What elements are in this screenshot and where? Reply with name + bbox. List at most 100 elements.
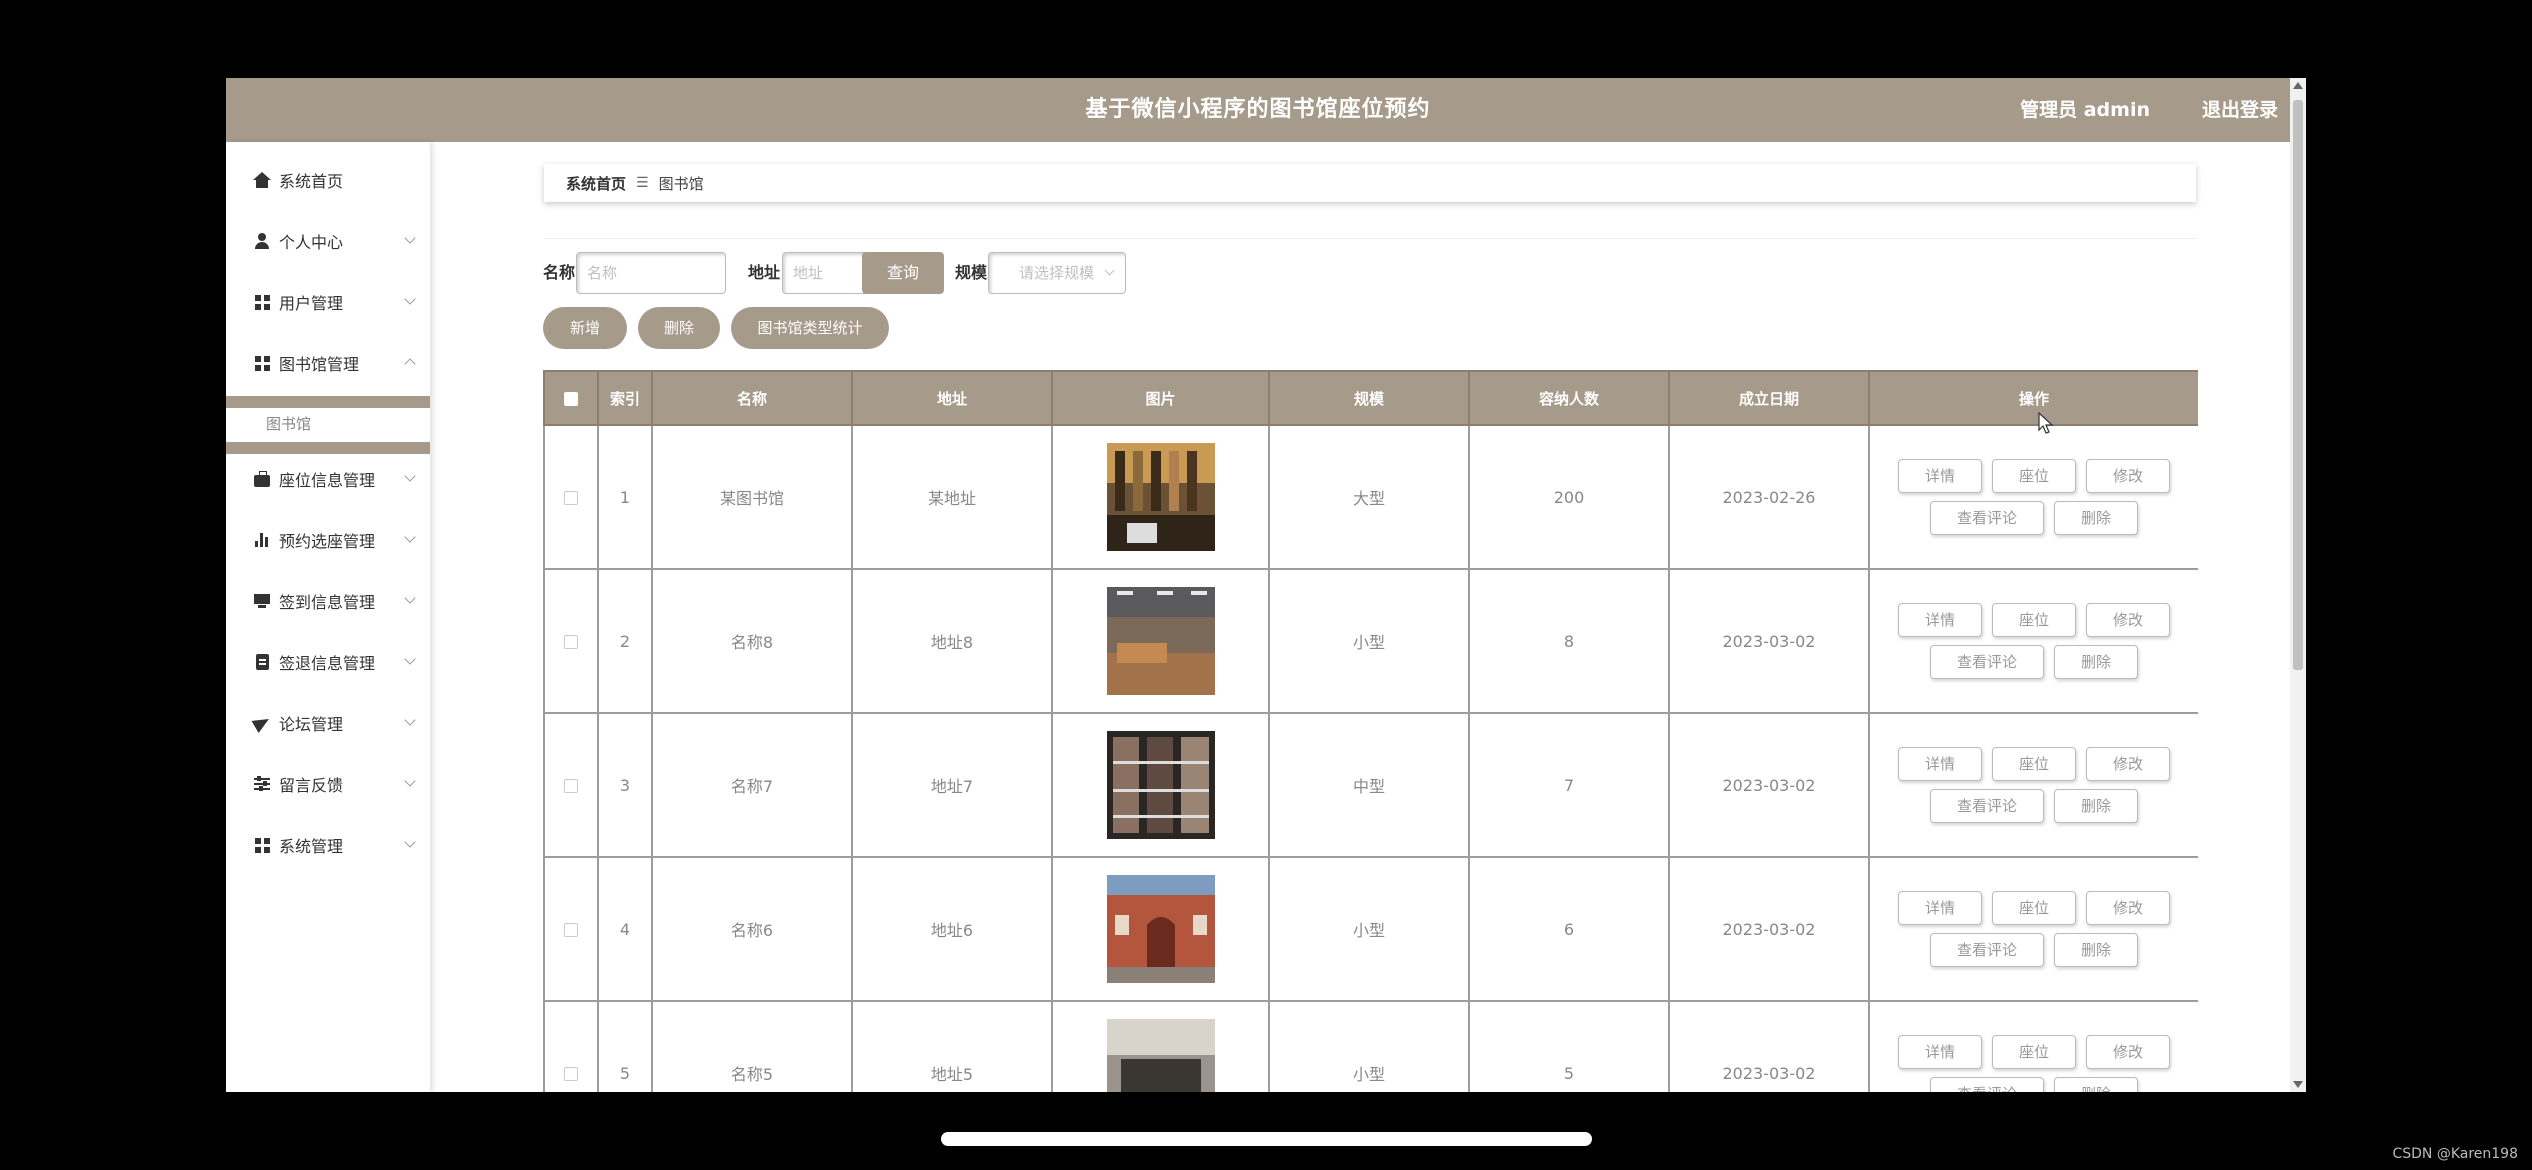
edit-button[interactable]: 修改	[2086, 891, 2170, 925]
add-button[interactable]: 新增	[543, 307, 627, 349]
detail-button[interactable]: 详情	[1898, 891, 1982, 925]
detail-button[interactable]: 详情	[1898, 603, 1982, 637]
sidebar-item-library-management[interactable]: 图书馆管理	[226, 343, 430, 383]
table-row: 4 名称6 地址6 小型 6 2023-03-02 详情 座位 修改 查看评论 …	[543, 856, 2198, 1002]
bar-chart-icon	[253, 531, 271, 549]
chevron-down-icon	[404, 531, 416, 543]
edit-button[interactable]: 修改	[2086, 459, 2170, 493]
delete-button[interactable]: 删除	[2054, 933, 2138, 967]
library-photo[interactable]	[1106, 875, 1215, 983]
cell-capacity: 6	[1468, 856, 1670, 1002]
sidebar-item-seat-management[interactable]: 座位信息管理	[226, 459, 430, 499]
library-type-stats-button[interactable]: 图书馆类型统计	[731, 307, 889, 349]
cell-image	[1051, 568, 1270, 714]
view-comments-button[interactable]: 查看评论	[1930, 645, 2044, 679]
cell-name: 名称5	[651, 1000, 853, 1092]
row-select-cell	[543, 856, 599, 1002]
seat-button[interactable]: 座位	[1992, 603, 2076, 637]
sidebar-item-checkin-management[interactable]: 签到信息管理	[226, 581, 430, 621]
clipboard-icon	[253, 653, 271, 671]
seat-button[interactable]: 座位	[1992, 891, 2076, 925]
chevron-down-icon	[404, 836, 416, 848]
seat-button[interactable]: 座位	[1992, 1035, 2076, 1069]
detail-button[interactable]: 详情	[1898, 1035, 1982, 1069]
library-photo[interactable]	[1106, 443, 1215, 551]
cell-name: 名称7	[651, 712, 853, 858]
sidebar-item-checkout-management[interactable]: 签退信息管理	[226, 642, 430, 682]
delete-button[interactable]: 删除	[2054, 501, 2138, 535]
batch-delete-button[interactable]: 删除	[638, 307, 720, 349]
row-checkbox[interactable]	[564, 491, 578, 505]
scale-label: 规模	[955, 263, 988, 282]
submenu-item-library[interactable]: 图书馆	[226, 410, 430, 438]
scrollbar-thumb[interactable]	[2293, 100, 2303, 670]
submenu-divider	[226, 442, 430, 454]
row-checkbox[interactable]	[564, 1067, 578, 1081]
row-select-cell	[543, 1000, 599, 1092]
scale-select[interactable]: 请选择规模	[988, 252, 1126, 294]
row-checkbox[interactable]	[564, 779, 578, 793]
cell-image	[1051, 1000, 1270, 1092]
breadcrumb-home[interactable]: 系统首页	[566, 173, 626, 194]
cell-image	[1051, 712, 1270, 858]
sidebar-item-feedback[interactable]: 留言反馈	[226, 764, 430, 804]
sidebar-item-home[interactable]: 系统首页	[226, 160, 430, 200]
chevron-down-icon	[404, 470, 416, 482]
home-icon	[253, 171, 271, 189]
menu-icon: ☰	[636, 175, 649, 191]
sidebar-item-label: 签退信息管理	[279, 654, 376, 673]
chevron-down-icon	[404, 714, 416, 726]
sidebar-item-system-management[interactable]: 系统管理	[226, 825, 430, 865]
screen: 基于微信小程序的图书馆座位预约 管理员 admin 退出登录 系统首页 个人中心	[0, 0, 2532, 1170]
select-all-checkbox[interactable]	[564, 391, 578, 406]
seat-button[interactable]: 座位	[1992, 459, 2076, 493]
cell-actions: 详情 座位 修改 查看评论 删除	[1868, 856, 2198, 1002]
home-indicator	[941, 1132, 1592, 1146]
sidebar-item-label: 留言反馈	[279, 776, 344, 795]
sidebar-item-personal-center[interactable]: 个人中心	[226, 221, 430, 261]
view-comments-button[interactable]: 查看评论	[1930, 789, 2044, 823]
sidebar-item-reservation-management[interactable]: 预约选座管理	[226, 520, 430, 560]
delete-button[interactable]: 删除	[2054, 645, 2138, 679]
row-checkbox[interactable]	[564, 635, 578, 649]
cell-index: 2	[597, 568, 653, 714]
edit-button[interactable]: 修改	[2086, 1035, 2170, 1069]
edit-button[interactable]: 修改	[2086, 747, 2170, 781]
row-checkbox[interactable]	[564, 923, 578, 937]
detail-button[interactable]: 详情	[1898, 459, 1982, 493]
vertical-scrollbar[interactable]	[2290, 78, 2306, 1092]
watermark: CSDN @Karen198	[2392, 1146, 2518, 1162]
view-comments-button[interactable]: 查看评论	[1930, 933, 2044, 967]
grid-icon	[253, 836, 271, 854]
sidebar-item-user-management[interactable]: 用户管理	[226, 282, 430, 322]
mouse-cursor-icon	[2038, 412, 2054, 434]
cell-actions: 详情 座位 修改 查看评论 删除	[1868, 712, 2198, 858]
cell-actions: 详情 座位 修改 查看评论 删除	[1868, 568, 2198, 714]
view-comments-button[interactable]: 查看评论	[1930, 501, 2044, 535]
library-photo[interactable]	[1106, 1019, 1215, 1092]
delete-button[interactable]: 删除	[2054, 1077, 2138, 1092]
edit-button[interactable]: 修改	[2086, 603, 2170, 637]
sidebar-item-label: 图书馆管理	[279, 355, 360, 374]
delete-button[interactable]: 删除	[2054, 789, 2138, 823]
detail-button[interactable]: 详情	[1898, 747, 1982, 781]
cell-scale: 小型	[1268, 856, 1470, 1002]
query-button[interactable]: 查询	[862, 252, 944, 294]
cell-scale: 大型	[1268, 424, 1470, 570]
library-photo[interactable]	[1106, 587, 1215, 695]
cell-address: 地址5	[851, 1000, 1053, 1092]
paper-plane-icon	[251, 712, 273, 734]
view-comments-button[interactable]: 查看评论	[1930, 1077, 2044, 1092]
library-photo[interactable]	[1106, 731, 1215, 839]
logout-link[interactable]: 退出登录	[2202, 78, 2278, 142]
chevron-down-icon	[404, 592, 416, 604]
name-search-input[interactable]	[576, 252, 726, 294]
scroll-down-arrow-icon[interactable]	[2293, 1081, 2303, 1088]
chevron-down-icon	[404, 293, 416, 305]
sidebar-item-forum-management[interactable]: 论坛管理	[226, 703, 430, 743]
column-header-address: 地址	[851, 370, 1053, 426]
scroll-up-arrow-icon[interactable]	[2293, 82, 2303, 89]
seat-button[interactable]: 座位	[1992, 747, 2076, 781]
column-header-name: 名称	[651, 370, 853, 426]
cell-address: 地址6	[851, 856, 1053, 1002]
